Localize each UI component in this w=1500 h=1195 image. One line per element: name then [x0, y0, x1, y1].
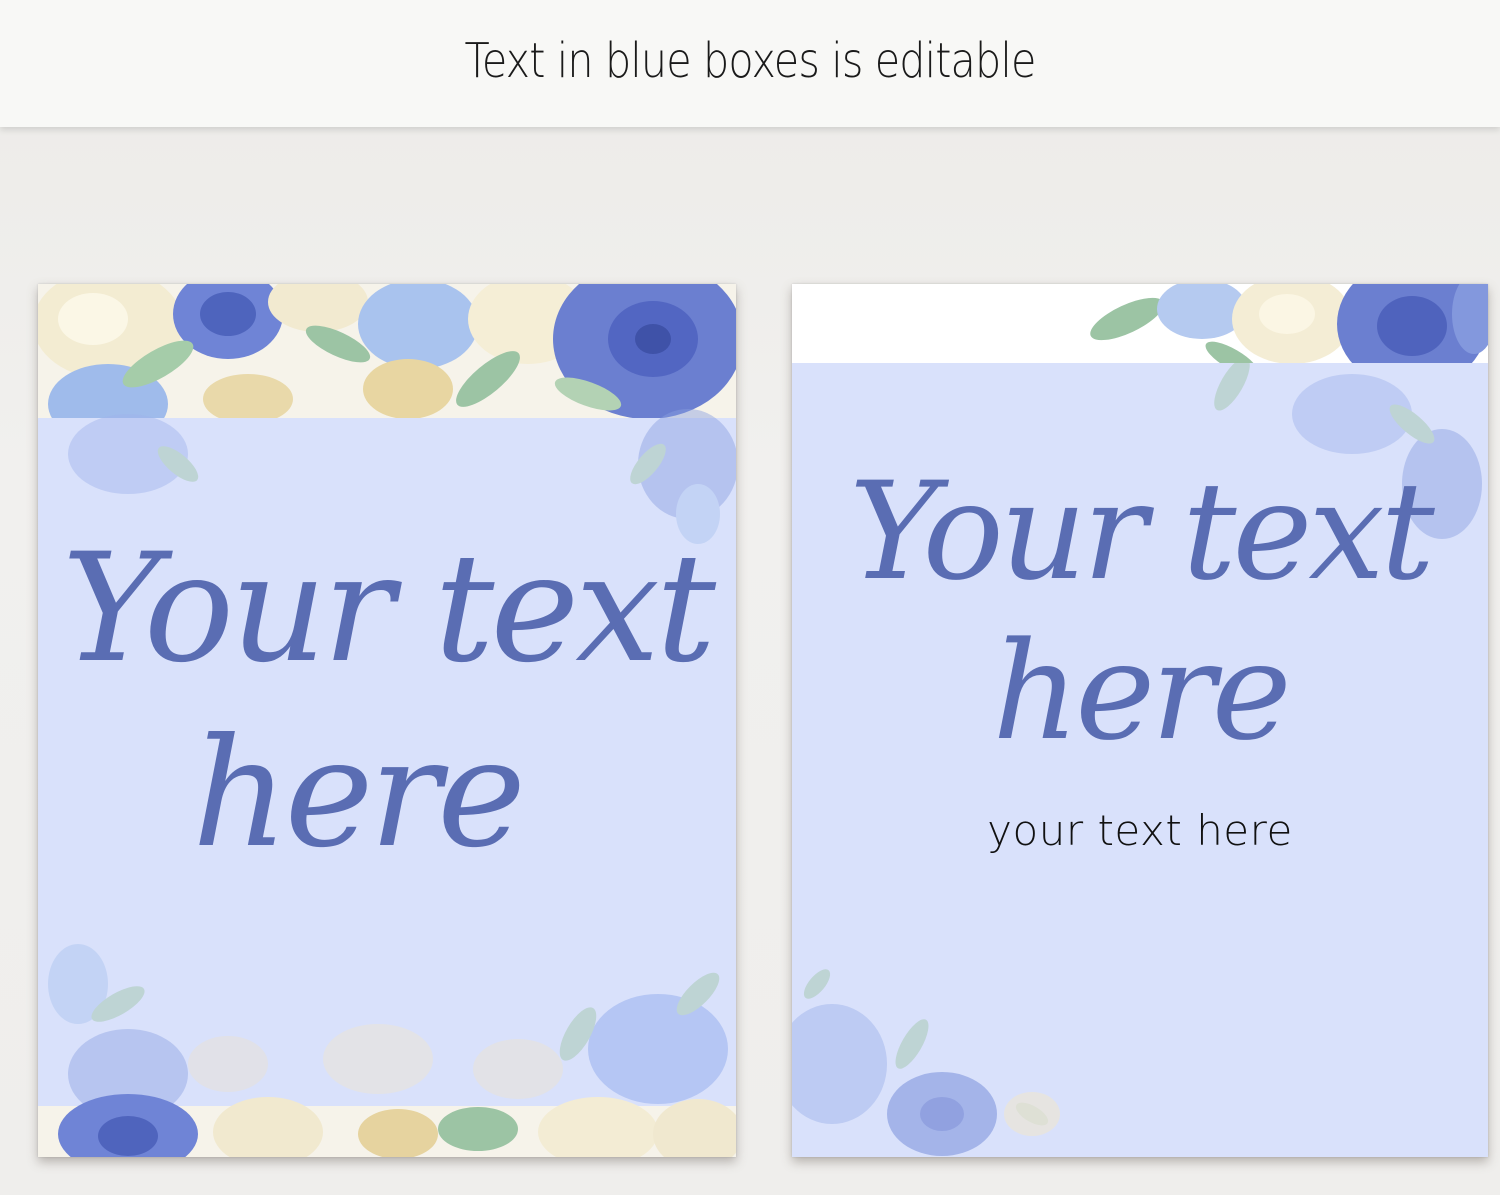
card-left: Your text here: [38, 284, 736, 1157]
card-right: Your text here your text here: [792, 284, 1488, 1157]
card-right-subtext[interactable]: your text here: [792, 806, 1488, 855]
card-right-title-line2[interactable]: here: [792, 624, 1488, 759]
banner-title: Text in blue boxes is editable: [464, 32, 1036, 89]
card-left-title-line2[interactable]: here: [38, 719, 736, 869]
header-banner: Text in blue boxes is editable: [0, 0, 1500, 127]
card-right-title-line1[interactable]: Your text: [792, 464, 1488, 599]
card-left-title-line1[interactable]: Your text: [38, 534, 736, 684]
